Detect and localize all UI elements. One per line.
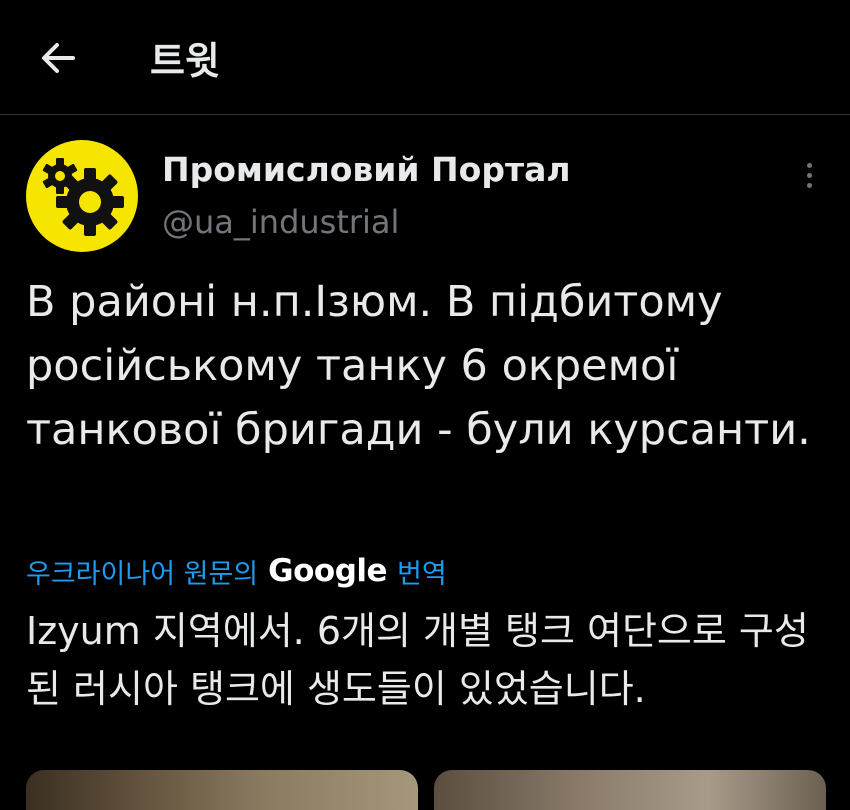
author-handle[interactable]: @ua_industrial xyxy=(162,203,399,241)
page-title: 트윗 xyxy=(150,39,220,83)
translate-suffix: 번역 xyxy=(397,558,447,590)
top-bar: 트윗 xyxy=(0,0,850,115)
arrow-left-icon xyxy=(42,43,75,73)
more-options-button[interactable] xyxy=(794,155,824,195)
media-thumbnail-1[interactable] xyxy=(26,770,418,810)
tweet-text: В районі н.п.Ізюм. В підбитому російсько… xyxy=(26,277,811,455)
back-button[interactable] xyxy=(36,36,80,80)
translate-prefix: 우크라이나어 원문의 xyxy=(26,558,259,590)
more-vertical-icon xyxy=(806,162,812,168)
translated-text: Izyum 지역에서. 6개의 개별 탱크 여단으로 구성된 러시아 탱크에 생… xyxy=(26,609,809,711)
gear-logo-icon xyxy=(42,158,124,236)
translation-attribution[interactable]: 우크라이나어 원문의 Google 번역 xyxy=(26,548,447,594)
author-name[interactable]: Промисловий Портал xyxy=(162,150,571,189)
avatar[interactable] xyxy=(26,140,138,252)
google-logo: Google xyxy=(268,553,388,589)
media-thumbnail-2[interactable] xyxy=(434,770,826,810)
